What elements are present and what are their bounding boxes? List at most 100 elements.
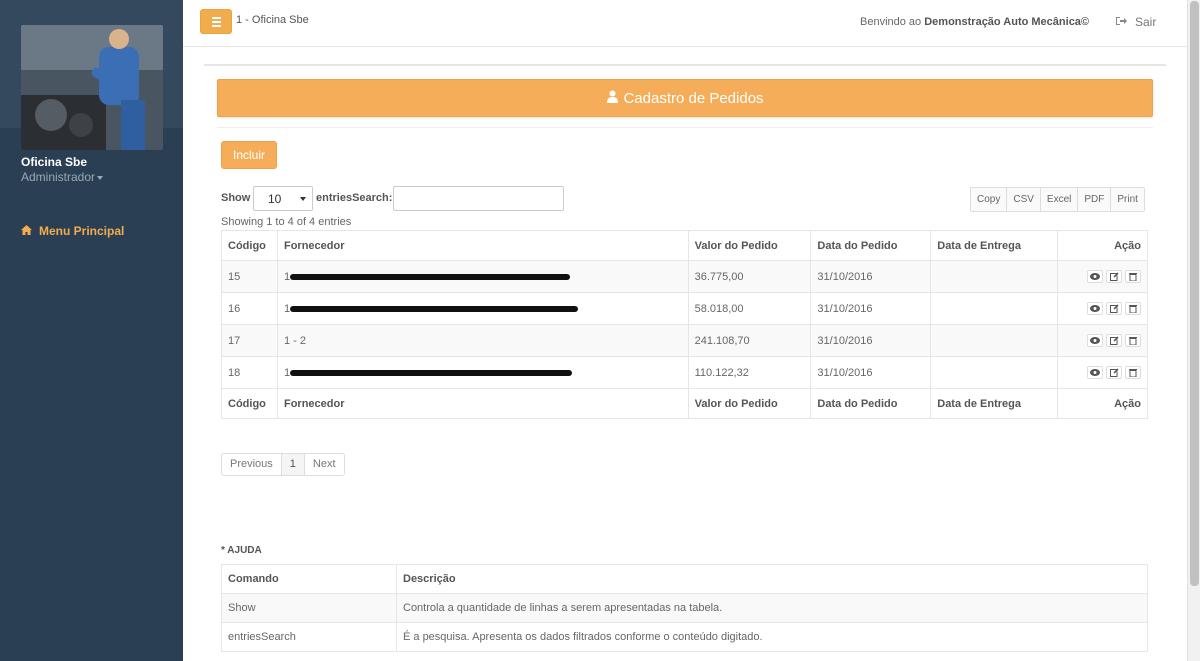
cell-valor: 110.122,32: [687, 356, 812, 389]
user-icon: [606, 90, 619, 107]
cell-fornecedor: 1: [276, 260, 689, 293]
print-button[interactable]: Print: [1110, 188, 1144, 211]
chevron-down-icon: [300, 197, 306, 201]
footer-header-data-pedido: Data do Pedido: [810, 388, 932, 419]
help-cell-descricao: É a pesquisa. Apresenta os dados filtrad…: [396, 622, 1148, 652]
cell-codigo: 16: [221, 292, 278, 325]
footer-header-fornecedor: Fornecedor: [276, 388, 689, 419]
pagination: Previous 1 Next: [221, 453, 345, 476]
page-button-current[interactable]: 1: [280, 454, 304, 475]
sidebar: Oficina Sbe Administrador Menu Principal: [0, 0, 183, 661]
profile-role-dropdown[interactable]: Administrador: [21, 170, 104, 184]
cell-data-pedido: 31/10/2016: [810, 356, 932, 389]
entries-per-page-select[interactable]: 10: [253, 186, 313, 211]
table-footer-row: Código Fornecedor Valor do Pedido Data d…: [221, 388, 1148, 419]
cell-valor: 36.775,00: [687, 260, 812, 293]
help-column-comando: Comando: [221, 564, 397, 594]
cell-data-pedido: 31/10/2016: [810, 260, 932, 293]
footer-header-valor: Valor do Pedido: [687, 388, 812, 419]
table-row: 17 1 - 2 241.108,70 31/10/2016: [221, 324, 1148, 357]
redaction-mark: [290, 369, 573, 376]
top-navbar: 1 - Oficina Sbe Benvindo ao Demonstração…: [183, 0, 1187, 47]
excel-button[interactable]: Excel: [1039, 188, 1077, 211]
cell-data-entrega: [930, 324, 1059, 357]
welcome-message: Benvindo ao Demonstração Auto Mecânica©: [860, 16, 1089, 28]
next-page-button[interactable]: Next: [303, 454, 344, 475]
help-cell-comando: entriesSearch: [221, 622, 397, 652]
trash-icon[interactable]: [1125, 366, 1141, 379]
eye-icon[interactable]: [1087, 302, 1103, 315]
table-row: 18 1 110.122,32 31/10/2016: [221, 356, 1148, 389]
orders-table: Código Fornecedor Valor do Pedido Data d…: [221, 230, 1148, 419]
column-header-valor[interactable]: Valor do Pedido: [687, 230, 812, 261]
pdf-button[interactable]: PDF: [1077, 188, 1110, 211]
edit-icon[interactable]: [1106, 270, 1122, 283]
help-cell-descricao: Controla a quantidade de linhas a serem …: [396, 593, 1148, 623]
cell-codigo: 17: [221, 324, 278, 357]
column-header-fornecedor[interactable]: Fornecedor: [276, 230, 689, 261]
sidebar-item-menu-principal[interactable]: Menu Principal: [21, 224, 124, 238]
footer-header-acao: Ação: [1057, 388, 1148, 419]
cell-fornecedor: 1: [276, 292, 689, 325]
help-cell-comando: Show: [221, 593, 397, 623]
sidebar-item-label: Menu Principal: [39, 224, 125, 238]
trash-icon[interactable]: [1125, 270, 1141, 283]
help-header-row: Comando Descrição: [221, 564, 1148, 594]
csv-button[interactable]: CSV: [1006, 188, 1040, 211]
help-table: Comando Descrição Show Controla a quanti…: [221, 564, 1148, 652]
hamburger-icon: [211, 16, 221, 19]
cell-valor: 58.018,00: [687, 292, 812, 325]
caret-down-icon: [97, 175, 104, 180]
cell-data-entrega: [930, 356, 1059, 389]
table-header-row: Código Fornecedor Valor do Pedido Data d…: [221, 230, 1148, 261]
breadcrumb: 1 - Oficina Sbe: [236, 14, 309, 26]
cell-valor: 241.108,70: [687, 324, 812, 357]
trash-icon[interactable]: [1125, 334, 1141, 347]
column-header-acao[interactable]: Ação: [1057, 230, 1148, 261]
column-header-data-entrega[interactable]: Data de Entrega: [930, 230, 1059, 261]
search-input[interactable]: [393, 186, 564, 211]
cell-codigo: 18: [221, 356, 278, 389]
help-column-descricao: Descrição: [396, 564, 1148, 594]
welcome-company: Demonstração Auto Mecânica©: [924, 16, 1090, 28]
profile-name: Oficina Sbe: [21, 155, 88, 169]
entries-info: Showing 1 to 4 of 4 entries: [221, 216, 352, 228]
cell-acao: [1057, 260, 1148, 293]
column-header-codigo[interactable]: Código: [221, 230, 278, 261]
scrollbar[interactable]: [1187, 0, 1200, 661]
copy-button[interactable]: Copy: [971, 188, 1006, 211]
menu-toggle-button[interactable]: [200, 9, 232, 34]
scrollbar-thumb[interactable]: [1190, 1, 1199, 586]
help-row: Show Controla a quantidade de linhas a s…: [221, 593, 1148, 623]
column-header-data-pedido[interactable]: Data do Pedido: [810, 230, 932, 261]
cell-data-entrega: [930, 292, 1059, 325]
logout-label: Sair: [1135, 15, 1157, 29]
profile-role-label: Administrador: [21, 170, 96, 184]
eye-icon[interactable]: [1087, 366, 1103, 379]
previous-page-button[interactable]: Previous: [222, 454, 281, 475]
show-label: Show: [221, 192, 251, 204]
cell-fornecedor: 1 - 2: [276, 324, 689, 357]
eye-icon[interactable]: [1087, 270, 1103, 283]
add-order-button[interactable]: Incluir: [221, 141, 277, 169]
page-title-banner: Cadastro de Pedidos: [217, 79, 1153, 117]
help-title: * AJUDA: [221, 545, 262, 556]
panel-divider: [217, 127, 1153, 128]
redaction-mark: [290, 305, 579, 312]
trash-icon[interactable]: [1125, 302, 1141, 315]
content-divider: [204, 64, 1166, 66]
eye-icon[interactable]: [1087, 334, 1103, 347]
cell-data-entrega: [930, 260, 1059, 293]
table-row: 16 1 58.018,00 31/10/2016: [221, 292, 1148, 325]
cell-data-pedido: 31/10/2016: [810, 324, 932, 357]
logout-link[interactable]: Sair: [1116, 15, 1156, 29]
footer-header-data-entrega: Data de Entrega: [930, 388, 1059, 419]
edit-icon[interactable]: [1106, 334, 1122, 347]
edit-icon[interactable]: [1106, 366, 1122, 379]
welcome-prefix: Benvindo ao: [860, 16, 922, 28]
avatar: [21, 25, 163, 150]
edit-icon[interactable]: [1106, 302, 1122, 315]
sign-out-icon: [1116, 15, 1127, 29]
hamburger-icon-line: [211, 24, 221, 27]
cell-data-pedido: 31/10/2016: [810, 292, 932, 325]
